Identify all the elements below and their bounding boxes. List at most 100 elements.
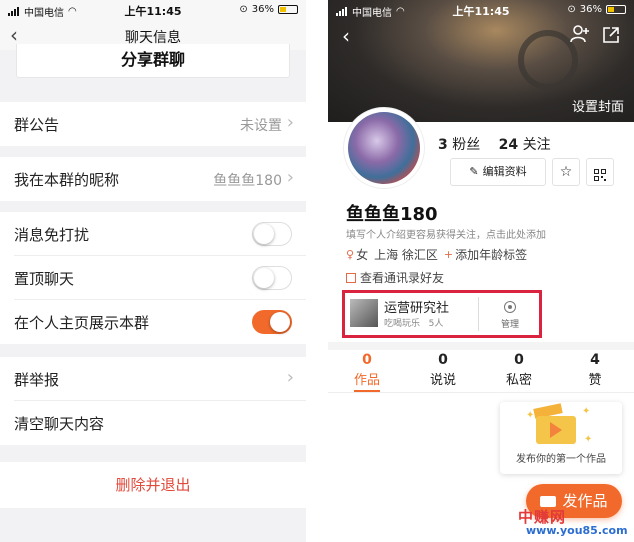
chevron-right-icon: › [286, 112, 294, 133]
bio-placeholder[interactable]: 填写个人介绍更容易获得关注，点击此处添加 [346, 226, 546, 241]
row-label: 我在本群的昵称 [14, 171, 120, 189]
edit-label: 编辑资料 [482, 165, 527, 178]
followers-count[interactable]: 3 [438, 137, 448, 153]
following-count[interactable]: 24 [499, 137, 518, 153]
gender-label: 女 [356, 248, 369, 262]
contacts-label: 查看通讯录好友 [360, 271, 445, 285]
row-label: 消息免打扰 [14, 226, 90, 244]
delete-and-exit-button[interactable]: 删除并退出 [0, 462, 306, 508]
profile-screen: 中国电信 ◠ 上午11:45 ⊙ 36% ‹ 设置封面 3 粉丝 24 关注 ✎… [328, 0, 634, 542]
row-report-group[interactable]: 群举报 › [0, 357, 306, 401]
row-label: 群举报 [14, 371, 60, 389]
star-icon: ☆ [559, 164, 573, 180]
chevron-right-icon: › [286, 167, 294, 188]
chat-info-screen: 中国电信 ◠ 上午11:45 ⊙ 36% ‹ 聊天信息 分享群聊 群公告 未设置… [0, 0, 306, 542]
followers-label[interactable]: 粉丝 [452, 137, 480, 153]
avatar[interactable] [344, 108, 424, 188]
edit-icon: ✎ [469, 165, 479, 178]
follow-stats: 3 粉丝 24 关注 [438, 134, 551, 154]
location-tag[interactable]: 上海 徐汇区 [374, 246, 438, 263]
pin-toggle[interactable] [252, 266, 292, 290]
edit-profile-button[interactable]: ✎ 编辑资料 [450, 158, 546, 186]
gear-icon [504, 301, 516, 313]
gender-tag[interactable]: ♀ 女 [346, 246, 368, 263]
row-clear-history[interactable]: 清空聊天内容 [0, 401, 306, 445]
row-label: 在个人主页展示本群 [14, 314, 150, 332]
row-label: 群公告 [14, 116, 60, 134]
status-bar: 中国电信 ◠ 上午11:45 ⊙ 36% [328, 0, 634, 20]
tab-private[interactable]: 0 私密 [481, 352, 557, 388]
publish-label: 发作品 [562, 492, 608, 510]
cover-photo-detail [518, 30, 578, 90]
promo-text: 发布你的第一个作品 [516, 454, 606, 465]
group-card[interactable]: 运营研究社 吃喝玩乐 5人 管理 [350, 297, 534, 332]
group-category: 吃喝玩乐 [384, 319, 421, 329]
status-bar: 中国电信 ◠ 上午11:45 ⊙ 36% [0, 0, 306, 20]
tab-posts[interactable]: 0 说说 [405, 352, 481, 388]
row-label: 清空聊天内容 [14, 415, 105, 433]
group-meta: 吃喝玩乐 5人 [384, 316, 443, 329]
row-group-notice[interactable]: 群公告 未设置 › [0, 102, 306, 146]
battery-icon [278, 5, 298, 14]
row-my-nickname[interactable]: 我在本群的昵称 鱼鱼鱼180 › [0, 157, 306, 201]
row-value: 未设置 [240, 118, 282, 134]
tab-label: 作品 [353, 373, 380, 388]
show-on-profile-toggle[interactable] [252, 310, 292, 334]
battery-percent: 36% [251, 4, 274, 15]
tab-label: 私密 [505, 373, 532, 388]
avatar-image [348, 112, 420, 184]
tab-count: 0 [438, 352, 448, 368]
orientation-lock-icon: ⊙ [567, 4, 576, 15]
battery-icon [606, 5, 626, 14]
clapperboard-icon: ✦ ✦ ✦ [526, 403, 596, 448]
tab-works[interactable]: 0 作品 [329, 352, 405, 388]
add-friend-icon[interactable] [570, 24, 590, 44]
toggle-knob [254, 224, 274, 244]
mute-toggle[interactable] [252, 222, 292, 246]
profile-tags: ♀ 女 上海 徐汇区 + 添加年龄标签 [346, 246, 527, 263]
contacts-icon [346, 273, 356, 283]
location-label: 上海 徐汇区 [374, 248, 438, 262]
plus-icon: + [443, 248, 454, 261]
tab-count: 0 [362, 352, 372, 368]
divider [328, 392, 634, 393]
tab-label: 赞 [588, 373, 602, 388]
watermark-url: www.you85.com [526, 524, 628, 537]
add-age-label: 添加年龄标签 [455, 248, 528, 262]
chevron-right-icon: › [286, 367, 294, 388]
username: 鱼鱼鱼180 [346, 204, 438, 225]
status-right: ⊙ 36% [239, 4, 298, 15]
row-pin-chat: 置顶聊天 [0, 256, 306, 300]
divider [478, 297, 479, 331]
toggle-knob [270, 312, 290, 332]
profile-tabs: 0 作品 0 说说 0 私密 4 赞 [328, 352, 634, 392]
row-label: 置顶聊天 [14, 270, 75, 288]
group-members: 5人 [428, 319, 444, 329]
group-manage-button[interactable]: 管理 [490, 301, 530, 330]
tab-likes[interactable]: 4 赞 [557, 352, 633, 388]
star-button[interactable]: ☆ [552, 158, 580, 186]
tab-count: 0 [514, 352, 524, 368]
back-icon[interactable]: ‹ [342, 24, 350, 48]
share-icon[interactable] [602, 26, 620, 44]
group-avatar [350, 299, 378, 327]
row-show-on-profile: 在个人主页展示本群 [0, 300, 306, 344]
contacts-link[interactable]: 查看通讯录好友 [346, 269, 444, 286]
set-cover-button[interactable]: 设置封面 [572, 96, 624, 115]
tab-label: 说说 [429, 373, 456, 388]
toggle-knob [254, 268, 274, 288]
first-work-promo[interactable]: ✦ ✦ ✦ 发布你的第一个作品 [500, 402, 622, 474]
row-mute: 消息免打扰 [0, 212, 306, 256]
qr-code-button[interactable] [586, 158, 614, 186]
group-name: 运营研究社 [384, 301, 450, 316]
following-label[interactable]: 关注 [523, 137, 551, 153]
section-separator [328, 342, 634, 350]
battery-percent: 36% [579, 4, 602, 15]
row-value: 鱼鱼鱼180 [213, 173, 282, 189]
add-age-tag[interactable]: + 添加年龄标签 [444, 246, 527, 263]
female-icon: ♀ [346, 248, 355, 261]
manage-label: 管理 [500, 320, 519, 330]
qr-code-icon [594, 169, 606, 181]
share-group-button[interactable]: 分享群聊 [16, 44, 290, 78]
orientation-lock-icon: ⊙ [239, 4, 248, 15]
